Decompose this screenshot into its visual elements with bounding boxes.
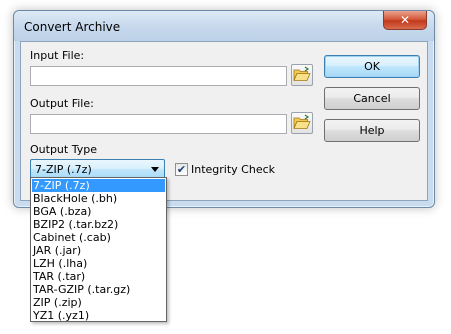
integrity-check-label: Integrity Check xyxy=(191,163,276,176)
list-item[interactable]: BGA (.bza) xyxy=(32,205,165,218)
title-bar[interactable]: Convert Archive ✕ xyxy=(14,11,434,41)
output-type-dropdown-list: 7-ZIP (.7z) BlackHole (.bh) BGA (.bza) B… xyxy=(30,177,167,322)
list-item[interactable]: JAR (.jar) xyxy=(32,244,165,257)
output-browse-button[interactable] xyxy=(291,112,313,134)
folder-open-icon xyxy=(293,114,311,129)
close-button[interactable]: ✕ xyxy=(383,11,427,30)
input-file-field[interactable] xyxy=(30,66,287,86)
chevron-down-icon xyxy=(151,167,159,172)
list-item[interactable]: BlackHole (.bh) xyxy=(32,192,165,205)
window-title: Convert Archive xyxy=(24,20,121,34)
input-browse-button[interactable] xyxy=(291,64,313,86)
help-button[interactable]: Help xyxy=(324,119,420,142)
ok-button[interactable]: OK xyxy=(324,55,420,78)
list-item[interactable]: YZ1 (.yz1) xyxy=(32,309,165,322)
output-file-field[interactable] xyxy=(30,114,287,134)
input-file-label: Input File: xyxy=(30,49,85,62)
integrity-check-checkbox[interactable]: ✔ xyxy=(175,163,188,176)
output-type-value: 7-ZIP (.7z) xyxy=(35,163,92,176)
list-item[interactable]: TAR (.tar) xyxy=(32,270,165,283)
list-item[interactable]: LZH (.lha) xyxy=(32,257,165,270)
output-type-label: Output Type xyxy=(30,143,97,156)
checkmark-icon: ✔ xyxy=(176,163,187,176)
cancel-button[interactable]: Cancel xyxy=(324,87,420,110)
folder-open-icon xyxy=(293,66,311,81)
list-item[interactable]: 7-ZIP (.7z) xyxy=(32,179,165,192)
list-item[interactable]: Cabinet (.cab) xyxy=(32,231,165,244)
list-item[interactable]: BZIP2 (.tar.bz2) xyxy=(32,218,165,231)
list-item[interactable]: TAR-GZIP (.tar.gz) xyxy=(32,283,165,296)
list-item[interactable]: ZIP (.zip) xyxy=(32,296,165,309)
output-file-label: Output File: xyxy=(30,97,94,110)
